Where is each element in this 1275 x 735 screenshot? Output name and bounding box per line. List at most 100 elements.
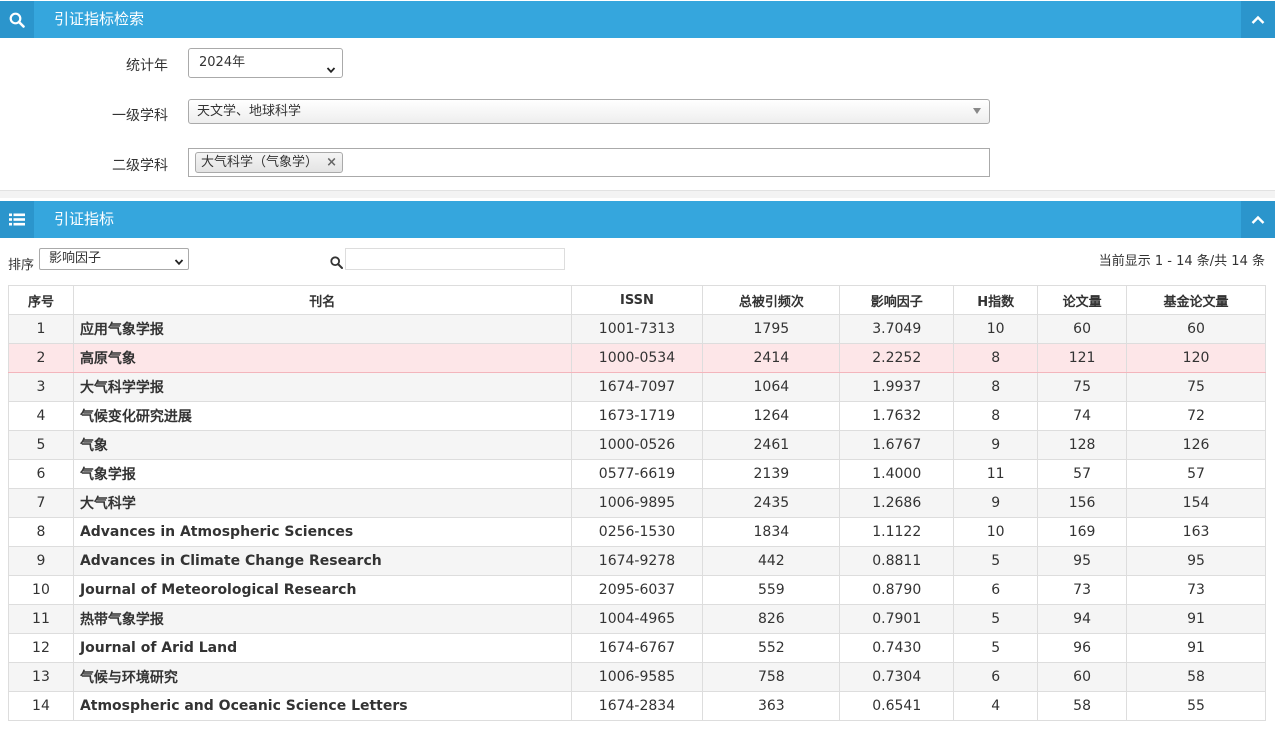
cell-index: 9 (8, 546, 74, 576)
cell-journal-name[interactable]: 气象 (72, 430, 572, 460)
cell-issn: 1006-9895 (570, 488, 704, 518)
col-header-funded-papers[interactable]: 基金论文量 (1126, 285, 1266, 315)
cell-issn: 1674-7097 (570, 372, 704, 402)
col-header-papers[interactable]: 论文量 (1037, 285, 1128, 315)
results-panel-header: 引证指标 (0, 201, 1275, 238)
remove-chip-icon[interactable]: × (326, 153, 337, 172)
cell-issn: 1001-7313 (570, 314, 704, 344)
cell-funded-papers: 91 (1126, 604, 1266, 634)
cell-issn: 1674-2834 (570, 691, 704, 721)
table-row[interactable]: 3 大气科学学报 1674-7097 1064 1.9937 8 75 75 (8, 372, 1266, 402)
table-row[interactable]: 2 高原气象 1000-0534 2414 2.2252 8 121 120 (8, 343, 1266, 373)
cell-h-index: 11 (953, 459, 1039, 489)
cell-funded-papers: 72 (1126, 401, 1266, 431)
cell-index: 5 (8, 430, 74, 460)
results-panel-title: 引证指标 (54, 210, 115, 228)
cell-citations: 2139 (702, 459, 841, 489)
cell-papers: 169 (1037, 517, 1128, 547)
cell-h-index: 4 (953, 691, 1039, 721)
table-row[interactable]: 5 气象 1000-0526 2461 1.6767 9 128 126 (8, 430, 1266, 460)
cell-issn: 1004-4965 (570, 604, 704, 634)
cell-journal-name[interactable]: 气候与环境研究 (72, 662, 572, 692)
col-header-index[interactable]: 序号 (8, 285, 74, 315)
cell-journal-name[interactable]: 高原气象 (72, 343, 572, 373)
cell-citations: 1064 (702, 372, 841, 402)
cell-impact-factor: 1.6767 (839, 430, 955, 460)
table-row[interactable]: 7 大气科学 1006-9895 2435 1.2686 9 156 154 (8, 488, 1266, 518)
cell-journal-name[interactable]: 大气科学学报 (72, 372, 572, 402)
cell-citations: 442 (702, 546, 841, 576)
cell-citations: 1834 (702, 517, 841, 547)
table-row[interactable]: 8 Advances in Atmospheric Sciences 0256-15… (8, 517, 1266, 547)
section-divider (0, 190, 1275, 198)
cell-journal-name[interactable]: 气象学报 (72, 459, 572, 489)
cell-journal-name[interactable]: Journal of Meteorological Research (72, 575, 572, 605)
cell-journal-name[interactable]: 大气科学 (72, 488, 572, 518)
cell-h-index: 5 (953, 604, 1039, 634)
search-panel-title: 引证指标检索 (54, 10, 145, 28)
cell-impact-factor: 1.1122 (839, 517, 955, 547)
cell-funded-papers: 126 (1126, 430, 1266, 460)
sort-select[interactable]: 影响因子 (39, 248, 189, 270)
cell-impact-factor: 2.2252 (839, 343, 955, 373)
dropdown-arrow-icon (973, 108, 981, 114)
cell-journal-name[interactable]: 气候变化研究进展 (72, 401, 572, 431)
col-header-citations[interactable]: 总被引频次 (702, 285, 841, 315)
level1-select-value: 天文学、地球科学 (197, 104, 302, 119)
cell-issn: 0256-1530 (570, 517, 704, 547)
col-header-journal[interactable]: 刊名 (72, 285, 572, 315)
cell-journal-name[interactable]: 应用气象学报 (72, 314, 572, 344)
cell-journal-name[interactable]: Journal of Arid Land (72, 633, 572, 663)
search-input[interactable] (345, 248, 565, 270)
table-row[interactable]: 14 Atmospheric and Oceanic Science Letter… (8, 691, 1266, 721)
cell-journal-name[interactable]: Advances in Climate Change Research (72, 546, 572, 576)
cell-funded-papers: 95 (1126, 546, 1266, 576)
col-header-h-index[interactable]: H指数 (953, 285, 1039, 315)
table-row[interactable]: 11 热带气象学报 1004-4965 826 0.7901 5 94 91 (8, 604, 1266, 634)
cell-impact-factor: 1.9937 (839, 372, 955, 402)
cell-funded-papers: 120 (1126, 343, 1266, 373)
year-select[interactable]: 2024年 (188, 48, 343, 78)
cell-index: 1 (8, 314, 74, 344)
cell-issn: 1000-0526 (570, 430, 704, 460)
cell-journal-name[interactable]: 热带气象学报 (72, 604, 572, 634)
cell-funded-papers: 60 (1126, 314, 1266, 344)
table-row[interactable]: 1 应用气象学报 1001-7313 1795 3.7049 10 60 60 (8, 314, 1266, 344)
cell-citations: 363 (702, 691, 841, 721)
cell-papers: 57 (1037, 459, 1128, 489)
level2-multiselect[interactable]: 大气科学（气象学） × (188, 148, 990, 177)
search-icon[interactable] (330, 256, 343, 273)
table-row[interactable]: 4 气候变化研究进展 1673-1719 1264 1.7632 8 74 72 (8, 401, 1266, 431)
chevron-up-icon[interactable] (1241, 201, 1275, 238)
table-row[interactable]: 9 Advances in Climate Change Research 1674… (8, 546, 1266, 576)
col-header-impact-factor[interactable]: 影响因子 (839, 285, 955, 315)
level1-select[interactable]: 天文学、地球科学 (188, 99, 990, 124)
cell-papers: 95 (1037, 546, 1128, 576)
pagination-info: 当前显示 1 - 14 条/共 14 条 (1098, 254, 1265, 269)
cell-impact-factor: 0.7430 (839, 633, 955, 663)
cell-index: 10 (8, 575, 74, 605)
cell-citations: 2435 (702, 488, 841, 518)
cell-index: 8 (8, 517, 74, 547)
col-header-issn[interactable]: ISSN (570, 285, 704, 315)
cell-h-index: 6 (953, 662, 1039, 692)
cell-index: 3 (8, 372, 74, 402)
cell-funded-papers: 73 (1126, 575, 1266, 605)
cell-citations: 2461 (702, 430, 841, 460)
cell-issn: 0577-6619 (570, 459, 704, 489)
chevron-down-icon (174, 254, 184, 274)
table-row[interactable]: 12 Journal of Arid Land 1674-6767 552 0.7430… (8, 633, 1266, 663)
table-row[interactable]: 10 Journal of Meteorological Research 2095… (8, 575, 1266, 605)
cell-papers: 60 (1037, 662, 1128, 692)
cell-citations: 1264 (702, 401, 841, 431)
table-row[interactable]: 6 气象学报 0577-6619 2139 1.4000 11 57 57 (8, 459, 1266, 489)
search-panel-header: 引证指标检索 (0, 1, 1275, 38)
cell-h-index: 5 (953, 633, 1039, 663)
cell-index: 11 (8, 604, 74, 634)
table-row[interactable]: 13 气候与环境研究 1006-9585 758 0.7304 6 60 58 (8, 662, 1266, 692)
cell-journal-name[interactable]: Advances in Atmospheric Sciences (72, 517, 572, 547)
chevron-up-icon[interactable] (1241, 1, 1275, 38)
cell-journal-name[interactable]: Atmospheric and Oceanic Science Letters (72, 691, 572, 721)
cell-impact-factor: 1.2686 (839, 488, 955, 518)
cell-issn: 1006-9585 (570, 662, 704, 692)
